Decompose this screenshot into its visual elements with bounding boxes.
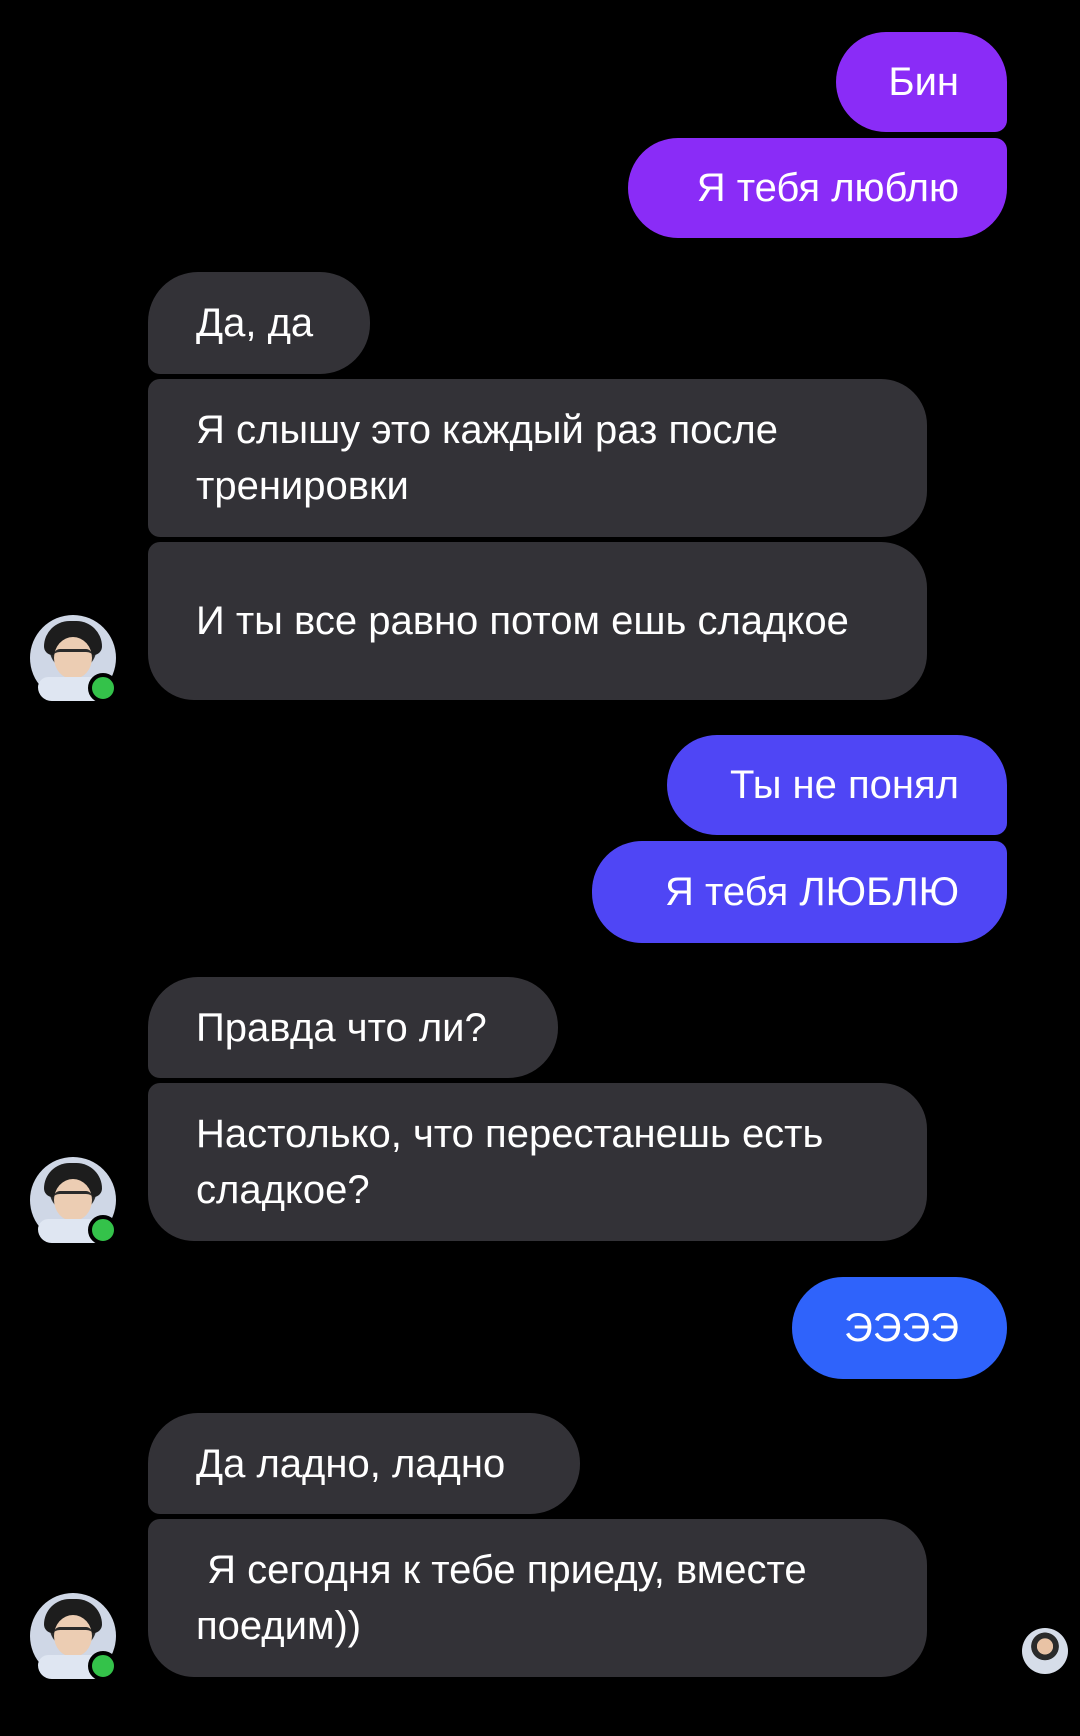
online-status-icon [88,1215,118,1245]
message-bubble-incoming[interactable]: Да, да [148,272,370,374]
message-bubble-outgoing[interactable]: Я тебя ЛЮБЛЮ [592,841,1007,943]
message-text: Ты не понял [730,763,959,807]
contact-avatar[interactable] [30,1593,118,1681]
message-bubble-incoming[interactable]: Я сегодня к тебе приеду, вместе поедим)) [148,1519,927,1677]
avatar-glasses [54,1627,92,1642]
online-status-icon [88,1651,118,1681]
message-bubble-outgoing[interactable]: ЭЭЭЭ [792,1277,1007,1379]
message-text: Бин [888,60,959,104]
message-bubble-incoming[interactable]: И ты все равно потом ешь сладкое [148,542,927,700]
contact-avatar[interactable] [30,1157,118,1245]
message-bubble-outgoing[interactable]: Я тебя люблю [628,138,1007,238]
message-bubble-incoming[interactable]: Да ладно, ладно [148,1413,580,1514]
message-text: Я сегодня к тебе приеду, вместе поедим)) [196,1548,818,1648]
message-bubble-incoming[interactable]: Настолько, что перестанешь есть сладкое? [148,1083,927,1241]
message-bubble-outgoing[interactable]: Ты не понял [667,735,1007,835]
message-text: Настолько, что перестанешь есть сладкое? [196,1112,824,1212]
message-text: Правда что ли? [196,1005,487,1050]
message-bubble-incoming[interactable]: Я слышу это каждый раз после тренировки [148,379,927,537]
message-text: Да ладно, ладно [196,1441,506,1486]
contact-avatar[interactable] [30,615,118,703]
avatar-glasses [54,649,92,664]
online-status-icon [88,673,118,703]
message-text: Я тебя люблю [696,166,959,210]
seen-receipt-avatar-icon [1022,1628,1068,1674]
message-text: Да, да [196,301,314,345]
message-text: Я тебя ЛЮБЛЮ [664,870,959,914]
message-bubble-outgoing[interactable]: Бин [836,32,1007,132]
message-text: ЭЭЭЭ [844,1306,959,1350]
avatar-glasses [54,1191,92,1206]
message-bubble-incoming[interactable]: Правда что ли? [148,977,558,1078]
message-text: Я слышу это каждый раз после тренировки [196,408,778,508]
message-text: И ты все равно потом ешь сладкое [196,599,849,643]
